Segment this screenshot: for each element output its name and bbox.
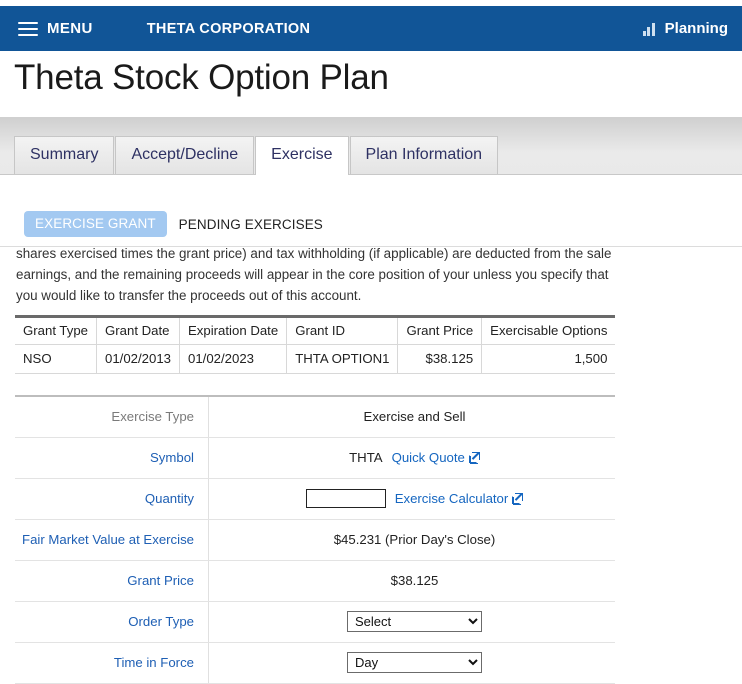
corporation-name: THETA CORPORATION (146, 20, 311, 37)
form-row-fair-market-value: Fair Market Value at Exercise $45.231 (P… (15, 519, 615, 561)
table-header-row: Grant Type Grant Date Expiration Date Gr… (15, 316, 616, 345)
sub-tab-list: EXERCISE GRANT PENDING EXERCISES (24, 211, 323, 237)
quick-quote-link[interactable]: Quick Quote (392, 450, 480, 465)
form-row-quantity: Quantity Exercise Calculator (15, 478, 615, 520)
label-quantity[interactable]: Quantity (15, 478, 209, 520)
symbol-value: THTA (349, 450, 383, 465)
menu-button[interactable]: MENU (18, 20, 93, 37)
external-link-icon (512, 493, 524, 505)
label-symbol[interactable]: Symbol (15, 437, 209, 479)
cell-grant-type: NSO (15, 344, 97, 374)
exercise-calculator-link[interactable]: Exercise Calculator (395, 491, 524, 506)
column-header-grant-date: Grant Date (96, 316, 181, 345)
cell-exercisable-options: 1,500 (481, 344, 616, 374)
tab-accept-decline[interactable]: Accept/Decline (115, 136, 255, 174)
value-quantity-cell: Exercise Calculator (208, 478, 615, 520)
label-order-type[interactable]: Order Type (15, 601, 209, 643)
page-title: Theta Stock Option Plan (14, 58, 389, 97)
external-link-icon (468, 452, 480, 464)
label-fair-market-value[interactable]: Fair Market Value at Exercise (15, 519, 209, 561)
quick-quote-label: Quick Quote (391, 450, 465, 465)
grant-details-table: Grant Type Grant Date Expiration Date Gr… (15, 315, 616, 374)
quantity-value-group: Exercise Calculator (215, 489, 614, 508)
column-header-grant-price: Grant Price (397, 316, 483, 345)
exercise-calculator-label: Exercise Calculator (394, 491, 509, 506)
cell-grant-date: 01/02/2013 (96, 344, 181, 374)
menu-button-label: MENU (47, 20, 93, 37)
tab-strip: Summary Accept/Decline Exercise Plan Inf… (0, 117, 742, 175)
cell-grant-price: $38.125 (397, 344, 483, 374)
cell-grant-id: THTA OPTION1 (286, 344, 399, 374)
column-header-grant-id: Grant ID (286, 316, 399, 345)
top-navigation-bar: MENU THETA CORPORATION Planning (0, 6, 742, 51)
tab-plan-information[interactable]: Plan Information (349, 136, 499, 174)
value-exercise-type: Exercise and Sell (208, 396, 615, 438)
form-row-symbol: Symbol THTA Quick Quote (15, 437, 615, 479)
tab-exercise[interactable]: Exercise (255, 136, 349, 175)
cell-expiration-date: 01/02/2023 (179, 344, 288, 374)
description-text: shares exercised times the grant price) … (16, 246, 612, 303)
form-row-order-type: Order Type Select (15, 601, 615, 643)
symbol-value-group: THTA Quick Quote (215, 450, 614, 465)
subtab-exercise-grant[interactable]: EXERCISE GRANT (24, 211, 167, 237)
tab-list: Summary Accept/Decline Exercise Plan Inf… (14, 136, 499, 175)
time-in-force-select[interactable]: Day (347, 652, 482, 673)
value-order-type-cell: Select (208, 601, 615, 643)
label-exercise-type: Exercise Type (15, 396, 209, 438)
column-header-exercisable-options: Exercisable Options (481, 316, 616, 345)
value-grant-price: $38.125 (208, 560, 615, 602)
form-row-exercise-type: Exercise Type Exercise and Sell (15, 396, 615, 438)
hamburger-icon (18, 21, 38, 36)
quantity-input[interactable] (305, 489, 386, 508)
value-fair-market-value: $45.231 (Prior Day's Close) (208, 519, 615, 561)
tab-summary[interactable]: Summary (14, 136, 115, 174)
planning-label: Planning (664, 20, 728, 37)
form-row-grant-price: Grant Price $38.125 (15, 560, 615, 602)
value-symbol-cell: THTA Quick Quote (208, 437, 615, 479)
column-header-expiration-date: Expiration Date (179, 316, 288, 345)
exercise-form-table: Exercise Type Exercise and Sell Symbol T… (15, 395, 615, 684)
order-type-select[interactable]: Select (347, 611, 482, 632)
form-row-time-in-force: Time in Force Day (15, 642, 615, 684)
value-time-in-force-cell: Day (208, 642, 615, 684)
bar-chart-icon (642, 22, 658, 36)
label-grant-price[interactable]: Grant Price (15, 560, 209, 602)
label-time-in-force[interactable]: Time in Force (15, 642, 209, 684)
subtab-pending-exercises[interactable]: PENDING EXERCISES (179, 217, 323, 232)
table-row: NSO 01/02/2013 01/02/2023 THTA OPTION1 $… (15, 344, 616, 374)
column-header-grant-type: Grant Type (15, 316, 97, 345)
planning-button[interactable]: Planning (642, 20, 728, 37)
